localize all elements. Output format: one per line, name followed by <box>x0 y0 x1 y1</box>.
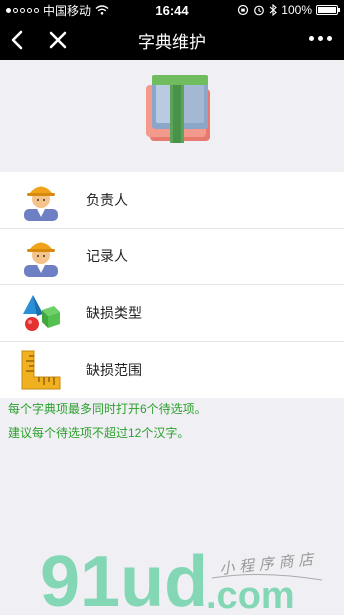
carrier-label: 中国移动 <box>43 3 92 18</box>
worker-icon <box>24 186 58 221</box>
svg-text:91ud: 91ud <box>40 542 208 615</box>
alarm-icon <box>254 5 265 16</box>
worker-icon <box>24 242 58 278</box>
more-options-icon[interactable] <box>309 32 332 45</box>
bluetooth-icon <box>269 4 278 16</box>
nav-bar: 字典维护 <box>0 20 344 60</box>
status-right: 100% <box>237 3 340 17</box>
header-area <box>0 60 344 172</box>
ruler-icon <box>21 350 61 390</box>
watermark-logo: 91ud .com 小 程 序 商 店 <box>40 542 323 615</box>
list-item-recorder[interactable]: 记录人 <box>0 229 344 285</box>
list-item-owner[interactable]: 负责人 <box>0 172 344 229</box>
svg-text:小 程 序 商 店: 小 程 序 商 店 <box>219 550 316 578</box>
battery-icon <box>316 5 340 15</box>
status-bar: 中国移动 16:44 100% <box>0 0 344 20</box>
list-item-defect-type[interactable]: 缺损类型 <box>0 285 344 342</box>
battery-percent: 100% <box>281 3 312 17</box>
signal-icon <box>6 7 39 13</box>
tip-text: 建议每个待选项不超过12个汉字。 <box>8 426 190 440</box>
tips: 每个字典项最多同时打开6个待选项。 建议每个待选项不超过12个汉字。 <box>8 397 207 445</box>
list-item-label: 缺损范围 <box>86 361 142 378</box>
shapes-icon <box>23 294 60 331</box>
status-left: 中国移动 <box>6 2 109 19</box>
status-time: 16:44 <box>155 2 189 18</box>
list-item-label: 负责人 <box>86 191 128 208</box>
list-item-label: 缺损类型 <box>86 304 142 321</box>
svg-text:.com: .com <box>206 575 295 615</box>
close-icon[interactable] <box>46 28 70 52</box>
rotation-lock-icon <box>238 4 249 16</box>
wifi-icon <box>95 5 109 15</box>
list-item-label: 记录人 <box>86 248 128 265</box>
tip-text: 每个字典项最多同时打开6个待选项。 <box>8 402 207 416</box>
list-item-defect-range[interactable]: 缺损范围 <box>0 342 344 399</box>
back-icon[interactable] <box>6 28 30 52</box>
dictionary-list: 负责人 记录人 缺损类型 缺损范围 <box>0 172 344 398</box>
dictionary-book-icon <box>146 75 210 143</box>
